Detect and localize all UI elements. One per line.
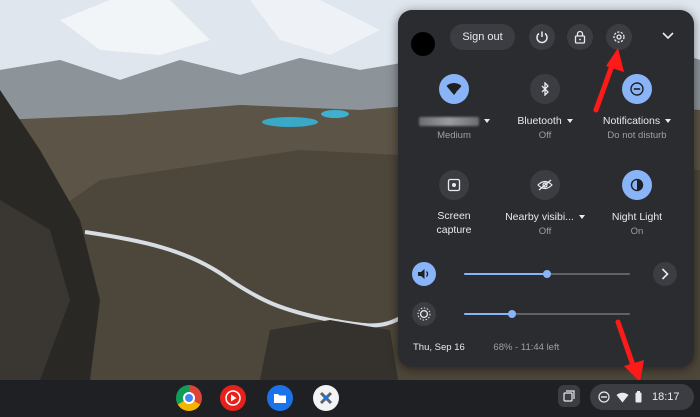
caret-down-icon — [483, 119, 490, 124]
holding-space-button[interactable] — [558, 385, 580, 407]
do-not-disturb-icon — [630, 82, 644, 96]
annotation-arrow-settings — [593, 48, 624, 113]
chrome-icon — [183, 392, 195, 404]
wifi-icon — [446, 83, 462, 96]
night-light-sublabel: On — [630, 226, 644, 237]
app-button[interactable] — [313, 385, 339, 411]
wifi-icon — [616, 392, 629, 402]
files-app-button[interactable] — [267, 385, 293, 411]
bluetooth-toggle[interactable] — [530, 74, 560, 104]
avatar[interactable] — [411, 32, 435, 56]
chrome-app-button[interactable] — [176, 385, 202, 411]
clock: 18:17 — [652, 391, 680, 403]
brightness-slider-thumb[interactable] — [508, 310, 517, 318]
collapse-button[interactable] — [658, 25, 678, 47]
audio-settings-button[interactable] — [653, 262, 677, 286]
power-icon — [536, 31, 548, 44]
bluetooth-label[interactable]: Bluetooth — [501, 115, 589, 127]
status-area-button[interactable]: 18:17 — [590, 384, 694, 410]
settings-button[interactable] — [606, 24, 632, 50]
volume-slider[interactable] — [464, 270, 630, 278]
screen-capture-toggle[interactable] — [439, 170, 469, 200]
volume-slider-fill — [464, 273, 547, 275]
panel-footer: Thu, Sep 16 68% - 11:44 left — [413, 342, 559, 353]
gear-icon — [613, 31, 625, 43]
volume-slider-thumb[interactable] — [543, 270, 551, 278]
nearby-visibility-sublabel: Off — [538, 226, 552, 237]
brightness-icon — [417, 307, 431, 321]
caret-down-icon — [665, 119, 672, 124]
nearby-share-icon — [537, 179, 553, 191]
lock-button[interactable] — [567, 24, 593, 50]
quick-settings-panel: Sign out Medium Bluetooth Off Notificati… — [398, 10, 694, 367]
network-sublabel: Medium — [437, 130, 471, 141]
annotation-arrow-status — [615, 319, 644, 382]
notifications-sublabel: Do not disturb — [607, 130, 667, 141]
do-not-disturb-icon — [598, 391, 610, 403]
volume-icon — [418, 269, 429, 279]
files-icon — [274, 394, 286, 403]
brightness-button — [412, 302, 436, 326]
caret-down-icon — [578, 215, 585, 220]
battery-label[interactable]: 68% - 11:44 left — [493, 342, 559, 353]
brightness-slider-fill — [464, 313, 513, 315]
night-light-icon — [630, 178, 644, 192]
tile-network[interactable]: Medium — [410, 74, 498, 141]
bluetooth-sublabel: Off — [538, 130, 552, 141]
nearby-visibility-label[interactable]: Nearby visibi... — [501, 211, 589, 223]
app-icon — [319, 391, 333, 405]
youtube-music-app-button[interactable] — [220, 385, 246, 411]
lock-icon — [574, 30, 586, 44]
caret-down-icon — [566, 119, 573, 124]
nearby-visibility-toggle[interactable] — [530, 170, 560, 200]
tile-screen-capture[interactable]: Screen capture — [410, 170, 498, 237]
screen-capture-icon — [447, 178, 461, 192]
battery-icon — [635, 391, 642, 403]
network-label[interactable] — [410, 115, 498, 127]
mute-button[interactable] — [412, 262, 436, 286]
night-light-label: Night Light — [611, 211, 663, 223]
chevron-down-icon — [662, 32, 674, 40]
network-toggle[interactable] — [439, 74, 469, 104]
tote-icon — [563, 390, 575, 402]
screen-capture-label: Screen capture — [436, 210, 472, 236]
volume-row — [412, 262, 682, 286]
tile-nearby-visibility[interactable]: Nearby visibi... Off — [501, 170, 589, 237]
brightness-slider[interactable] — [464, 310, 630, 318]
bluetooth-icon — [541, 82, 549, 96]
power-button[interactable] — [529, 24, 555, 50]
date-label[interactable]: Thu, Sep 16 — [413, 342, 465, 353]
youtube-music-icon — [225, 390, 241, 406]
chevron-right-icon — [661, 268, 669, 280]
night-light-toggle[interactable] — [622, 170, 652, 200]
network-name-redacted — [418, 116, 479, 126]
sign-out-button[interactable]: Sign out — [450, 24, 515, 50]
tile-night-light[interactable]: Night Light On — [593, 170, 681, 237]
tile-bluetooth[interactable]: Bluetooth Off — [501, 74, 589, 141]
